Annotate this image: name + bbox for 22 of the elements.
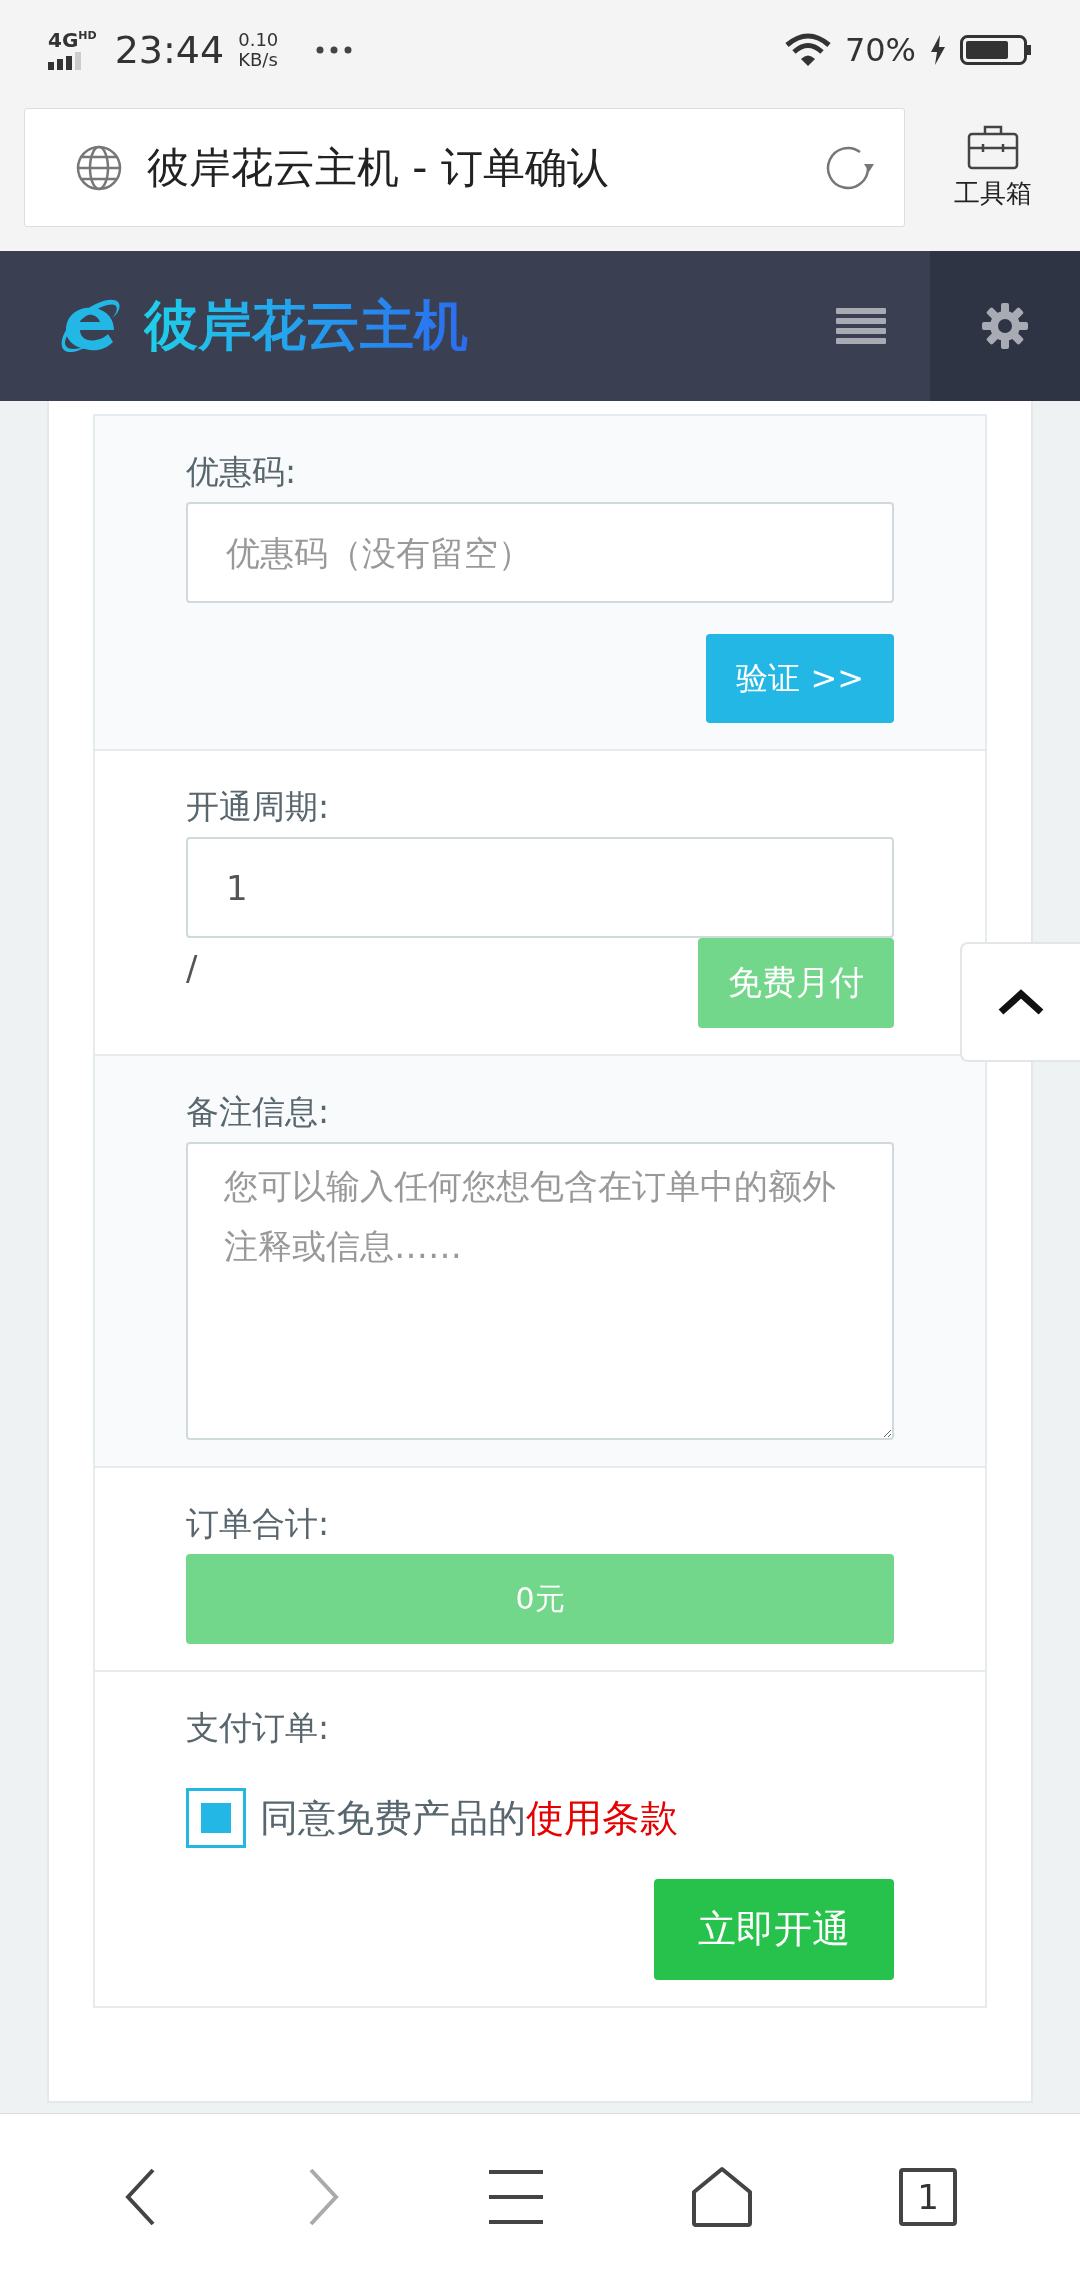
toolbox-button[interactable]: 工具箱	[905, 108, 1080, 227]
agree-text: 同意免费产品的使用条款	[260, 1794, 678, 1842]
terms-link[interactable]: 使用条款	[526, 1795, 678, 1840]
field-label: 订单合计:	[186, 1503, 331, 1545]
page-title: 彼岸花云主机 - 订单确认	[147, 141, 610, 194]
speed-value: 0.10	[238, 30, 279, 50]
field-label: 优惠码:	[186, 451, 298, 493]
total-amount: 0元	[186, 1554, 894, 1644]
field-label: 开通周期:	[186, 786, 331, 828]
period-field[interactable]: 1	[186, 837, 894, 938]
field-label: 支付订单:	[186, 1707, 331, 1749]
notes-field[interactable]: 您可以输入任何您想包含在订单中的额外注释或信息……	[186, 1142, 894, 1440]
coupon-field[interactable]: 优惠码（没有留空）	[186, 502, 894, 603]
battery-percent: 70%	[844, 31, 916, 69]
speed-unit: KB/s	[238, 50, 279, 70]
period-unit: /	[186, 948, 198, 988]
network-type-label: HD	[78, 30, 97, 42]
clock-time: 23:44	[114, 28, 225, 72]
tabs-button[interactable]: 1	[899, 2168, 957, 2226]
address-bar[interactable]: 彼岸花云主机 - 订单确认	[24, 108, 905, 227]
field-label: 备注信息:	[186, 1091, 331, 1133]
network-label: 4G	[48, 30, 79, 50]
